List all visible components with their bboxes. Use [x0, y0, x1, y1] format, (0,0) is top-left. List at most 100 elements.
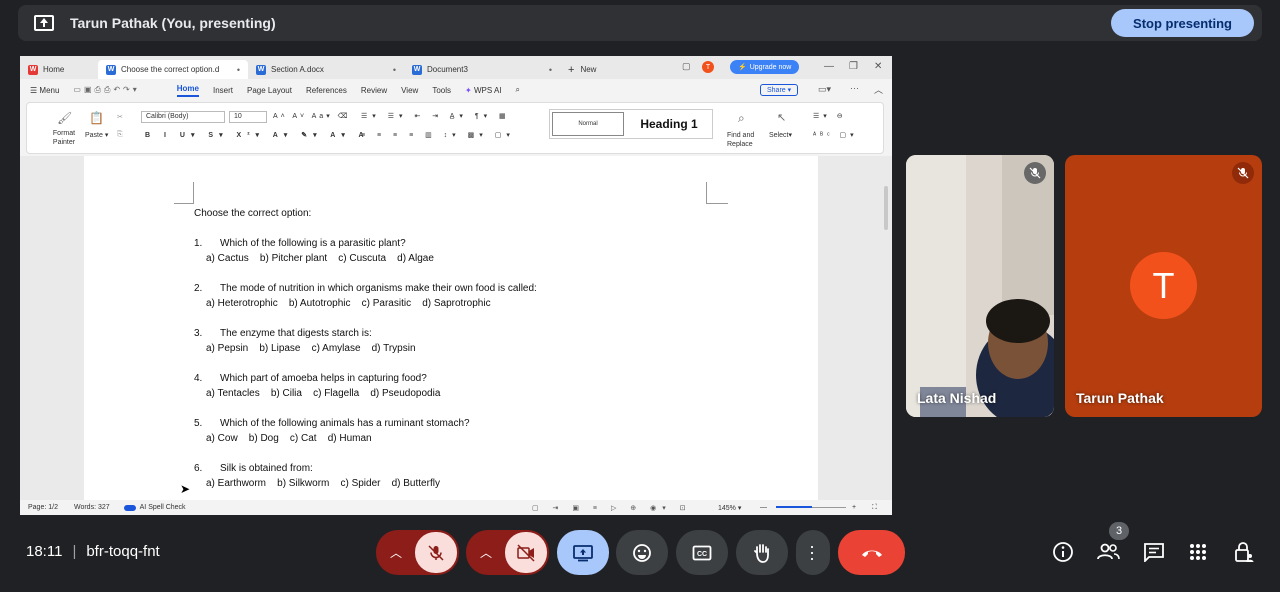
meeting-code: bfr-toqq-fnt — [86, 543, 160, 560]
host-controls-button[interactable] — [1232, 540, 1256, 564]
new-tab-button[interactable]: + New — [560, 60, 604, 79]
question-number: 6. — [194, 463, 203, 474]
find-icon: ⌕ — [738, 111, 745, 125]
paste-button[interactable]: Paste ▾ — [85, 131, 108, 139]
close-window-icon[interactable]: ✕ — [874, 61, 882, 72]
more-options-button[interactable]: ··· — [796, 530, 830, 575]
document-page[interactable]: Choose the correct option: 1. Which of th… — [84, 156, 818, 500]
question-options: a) Heterotrophic b) Autotrophic c) Paras… — [206, 298, 491, 309]
apps-grid-icon — [1190, 544, 1206, 560]
view-mode-icons[interactable]: ▢ ⇥ ▣ ≡ ▷ ⊕ ◉▾ ⊡ — [532, 504, 692, 512]
maximize-icon[interactable]: ❐ — [849, 61, 858, 72]
font-grow-shrink-icons[interactable]: A˄ A˅ Aa▾ ⌫ — [273, 112, 351, 120]
style-normal[interactable]: Normal — [552, 112, 624, 136]
camera-off-icon — [517, 543, 535, 562]
collapse-ribbon-icon[interactable]: ︿ — [874, 83, 883, 96]
mic-toggle-button[interactable] — [415, 532, 457, 573]
tab-label: Document3 — [427, 65, 468, 74]
comment-icon[interactable]: ▭▾ — [818, 84, 831, 95]
lock-person-icon — [1235, 542, 1254, 562]
menu-home[interactable]: Home — [176, 84, 199, 97]
close-icon[interactable]: • — [231, 65, 240, 75]
fullscreen-icon[interactable]: ⛶ — [872, 504, 877, 512]
reactions-button[interactable] — [616, 530, 668, 575]
upgrade-button[interactable]: ⚡ Upgrade now — [730, 60, 800, 74]
zoom-level[interactable]: 145% ▾ — [718, 504, 741, 512]
tab-home[interactable]: W Home — [20, 60, 98, 79]
question-text: Silk is obtained from: — [220, 463, 313, 474]
chevron-up-icon[interactable]: ︿ — [390, 544, 402, 561]
list-icons[interactable]: ☰▾ ☰▾ ⇤ ⇥ A̲▾ ¶▾ ▦ — [361, 112, 511, 120]
font-size-select[interactable]: 10 — [229, 111, 267, 123]
activities-button[interactable] — [1186, 540, 1210, 564]
word-doc-icon: W — [412, 64, 422, 75]
menu-tools[interactable]: Tools — [432, 86, 451, 95]
participant-tile[interactable]: Lata Nishad — [906, 155, 1054, 417]
vertical-scrollbar[interactable] — [884, 186, 888, 230]
margin-corner-marker — [174, 182, 194, 204]
window-icon[interactable]: ▢ — [682, 61, 691, 72]
emoji-icon — [633, 543, 651, 562]
stop-presenting-button[interactable]: Stop presenting — [1111, 9, 1254, 37]
menu-page-layout[interactable]: Page Layout — [247, 86, 292, 95]
spell-check-label: AI Spell Check — [139, 504, 186, 511]
participant-name: Tarun Pathak — [1076, 390, 1164, 406]
font-format-icons[interactable]: B I U▾ S▾ X²▾ A▾ ✎▾ A▾ A — [145, 131, 370, 139]
question-item: 6. Silk is obtained from: — [194, 461, 537, 476]
people-button[interactable] — [1096, 540, 1120, 564]
mouse-cursor-icon: ➤ — [180, 482, 191, 496]
meeting-details-button[interactable] — [1051, 540, 1075, 564]
chevron-up-icon[interactable]: ︿ — [480, 544, 492, 561]
upgrade-label: Upgrade now — [749, 63, 792, 71]
menu-insert[interactable]: Insert — [213, 86, 233, 95]
menu-review[interactable]: Review — [361, 86, 387, 95]
more-vert-icon: ··· — [803, 543, 823, 562]
tab-choose-correct[interactable]: W Choose the correct option.d • — [98, 60, 248, 79]
user-avatar-icon[interactable]: T — [702, 61, 714, 73]
quick-access-icons[interactable]: ▭▣⎙⎙↶↷▾ — [73, 85, 139, 95]
close-icon[interactable]: • — [543, 65, 552, 75]
style-heading-1[interactable]: Heading 1 — [626, 110, 712, 138]
mic-off-icon — [428, 544, 444, 561]
more-icon[interactable]: ··· — [850, 83, 859, 93]
participant-tile[interactable]: T Tarun Pathak — [1065, 155, 1262, 417]
tab-document3[interactable]: W Document3 • — [404, 60, 560, 79]
present-screen-button[interactable] — [557, 530, 609, 575]
search-icon[interactable]: ⌕ — [516, 85, 520, 95]
question-item: 5. Which of the following animals has a r… — [194, 416, 537, 431]
wps-ai-button[interactable]: ✦ WPS AI — [465, 86, 502, 95]
extra-tools-icons[interactable]: ☰▾ ⊖ — [813, 112, 847, 120]
question-text: Which of the following animals has a rum… — [220, 418, 470, 429]
margin-corner-marker — [706, 182, 728, 204]
question-number: 1. — [194, 238, 203, 249]
document-area: Choose the correct option: 1. Which of th… — [20, 156, 892, 500]
captions-button[interactable]: CC — [676, 530, 728, 575]
tab-label: Choose the correct option.d — [121, 65, 220, 74]
find-replace-button[interactable]: Find and Replace — [727, 131, 763, 149]
camera-toggle-button[interactable] — [505, 532, 547, 573]
spell-tools-icons[interactable]: ᴬᴮᶜ ▢▾ — [813, 131, 858, 139]
menu-view[interactable]: View — [401, 86, 418, 95]
tab-section-a[interactable]: W Section A.docx • — [248, 60, 404, 79]
close-icon[interactable]: • — [387, 65, 396, 75]
mic-off-icon — [1232, 162, 1254, 184]
menu-references[interactable]: References — [306, 86, 347, 95]
raise-hand-button[interactable] — [736, 530, 788, 575]
chat-button[interactable] — [1142, 540, 1166, 564]
align-icons[interactable]: ≡ ≡ ≡ ≡ ▥ ↕▾ ▩▾ ▢▾ — [361, 131, 515, 139]
copy-icon[interactable]: ⎘ — [117, 131, 123, 139]
spell-check-toggle[interactable] — [123, 504, 136, 511]
share-label: Share — [767, 87, 786, 94]
share-button[interactable]: Share ▾ — [760, 84, 799, 96]
font-family-select[interactable]: Calibri (Body) — [141, 111, 225, 123]
leave-call-button[interactable] — [838, 530, 905, 575]
menu-button[interactable]: ☰ Menu — [30, 86, 59, 95]
question-number: 2. — [194, 283, 203, 294]
format-painter-button[interactable]: Format Painter — [49, 129, 79, 147]
cut-icon[interactable]: ✂ — [117, 113, 123, 121]
separator: | — [72, 543, 77, 560]
zoom-out-icon[interactable]: — — [760, 504, 767, 511]
select-button[interactable]: Select▾ — [769, 131, 792, 139]
zoom-in-icon[interactable]: + — [852, 504, 856, 511]
minimize-icon[interactable]: — — [824, 61, 834, 72]
